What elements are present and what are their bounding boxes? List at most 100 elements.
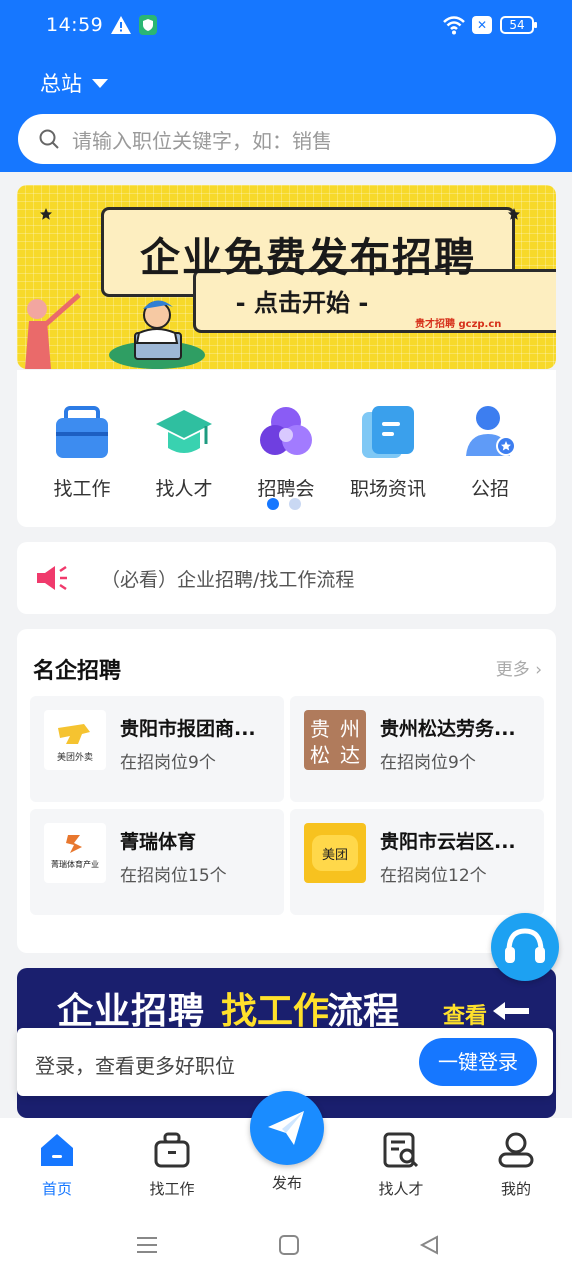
status-time: 14:59 <box>46 14 104 36</box>
category-label: 职场资讯 <box>349 478 426 500</box>
category-find-job[interactable]: 找工作 <box>34 402 130 501</box>
search-placeholder: 请输入职位关键字，如：销售 <box>72 128 332 153</box>
famous-companies-section: 名企招聘 更多 › 美团外卖 贵阳市报团商... 在招岗位9个 贵州松达 贵州松… <box>17 629 556 953</box>
briefcase-icon <box>154 1132 190 1168</box>
notice-text: （必看）企业招聘/找工作流程 <box>101 568 355 591</box>
meituan-waimai-logo-icon: 美团外卖 <box>57 724 93 763</box>
site-label: 总站 <box>40 72 82 96</box>
category-grid: 找工作 找人才 招聘会 职场资讯 公招 <box>17 370 556 527</box>
company-card[interactable]: 美团外卖 贵阳市报团商... 在招岗位9个 <box>30 696 284 802</box>
document-icon <box>362 406 414 458</box>
system-nav-bar <box>0 1210 572 1280</box>
company-name: 菁瑞体育 <box>120 831 197 853</box>
notification-x-icon: ✕ <box>472 16 492 34</box>
warning-icon <box>111 16 131 34</box>
user-icon <box>498 1132 534 1168</box>
company-job-count: 在招岗位15个 <box>120 866 227 886</box>
section-title: 名企招聘 <box>33 659 122 684</box>
headset-icon <box>505 928 545 963</box>
more-label: 更多 <box>495 660 530 680</box>
banner2-part2: 找工作 <box>221 991 330 1032</box>
search-icon <box>39 129 59 149</box>
songda-logo-icon: 贵州松达 <box>310 717 360 767</box>
notice-bar[interactable]: （必看）企业招聘/找工作流程 <box>17 542 556 614</box>
banner2-part3: 流程 <box>327 991 400 1032</box>
tab-find-talent[interactable]: 找人才 <box>356 1130 446 1199</box>
company-card[interactable]: 菁瑞体育产业 菁瑞体育 在招岗位15个 <box>30 809 284 915</box>
star-icon <box>40 208 52 220</box>
svg-text:松: 松 <box>310 743 330 767</box>
company-card[interactable]: 美团 贵阳市云岩区... 在招岗位12个 <box>290 809 544 915</box>
status-bar: 14:59 ✕ 54 <box>0 0 572 52</box>
company-job-count: 在招岗位12个 <box>380 866 487 886</box>
company-job-count: 在招岗位9个 <box>380 753 476 773</box>
company-logo: 贵州松达 <box>304 710 366 770</box>
search-bar[interactable]: 请输入职位关键字，如：销售 <box>18 114 556 164</box>
jingrui-logo-icon: 菁瑞体育产业 <box>51 835 99 869</box>
category-label: 招聘会 <box>257 478 315 500</box>
tab-find-job[interactable]: 找工作 <box>127 1130 217 1199</box>
briefcase-icon <box>56 406 108 458</box>
carousel-dot-active[interactable] <box>267 498 279 510</box>
company-logo: 美团 <box>304 823 366 883</box>
company-logo: 美团外卖 <box>44 710 106 770</box>
company-name: 贵州松达劳务... <box>380 718 516 740</box>
arrow-left-icon <box>493 1002 529 1020</box>
promo-banner[interactable]: 企业免费发布招聘 - 点击开始 - 贵才招聘 gczp.cn <box>17 185 556 369</box>
svg-text:州: 州 <box>340 717 360 741</box>
category-public-recruit[interactable]: 公招 <box>442 402 538 501</box>
tab-mine[interactable]: 我的 <box>471 1130 561 1199</box>
battery-indicator: 54 <box>500 16 537 34</box>
more-link[interactable]: 更多 › <box>496 655 542 680</box>
login-prompt: 登录，查看更多好职位 一键登录 <box>17 1028 553 1096</box>
graduation-cap-icon <box>156 410 212 453</box>
svg-text:美团外卖: 美团外卖 <box>57 751 93 763</box>
circles-icon <box>260 407 312 455</box>
tab-label: 我的 <box>500 1180 531 1198</box>
banner-title: 企业免费发布招聘 <box>140 235 476 281</box>
tab-home[interactable]: 首页 <box>12 1130 102 1199</box>
site-selector[interactable]: 总站 <box>40 68 108 98</box>
star-icon <box>508 208 520 220</box>
svg-text:贵: 贵 <box>310 717 330 741</box>
search-document-icon <box>383 1132 419 1168</box>
company-logo: 菁瑞体育产业 <box>44 823 106 883</box>
customer-service-button[interactable] <box>491 913 559 981</box>
home-square-icon[interactable] <box>278 1234 300 1256</box>
company-name: 贵阳市云岩区... <box>380 831 516 853</box>
category-career-news[interactable]: 职场资讯 <box>340 402 436 501</box>
caret-down-icon <box>92 78 108 88</box>
meituan-logo-icon: 美团 <box>312 835 358 871</box>
menu-icon[interactable] <box>136 1234 158 1256</box>
login-message: 登录，查看更多好职位 <box>35 1054 235 1078</box>
wifi-icon <box>443 16 465 35</box>
shield-icon <box>139 15 157 35</box>
carousel-dot[interactable] <box>289 498 301 510</box>
company-card[interactable]: 贵州松达 贵州松达劳务... 在招岗位9个 <box>290 696 544 802</box>
user-badge-icon <box>466 406 516 456</box>
tab-label-publish: 发布 <box>271 1174 302 1192</box>
category-job-fair[interactable]: 招聘会 <box>238 402 334 501</box>
category-label: 公招 <box>470 478 509 500</box>
publish-button[interactable] <box>250 1091 324 1165</box>
carousel-dots <box>267 498 301 510</box>
one-click-login-button[interactable]: 一键登录 <box>419 1038 537 1086</box>
category-find-talent[interactable]: 找人才 <box>136 402 232 501</box>
back-triangle-icon[interactable] <box>418 1234 440 1256</box>
company-name: 贵阳市报团商... <box>120 718 256 740</box>
category-label: 找人才 <box>155 478 213 500</box>
company-job-count: 在招岗位9个 <box>120 753 216 773</box>
svg-text:美团: 美团 <box>322 848 348 863</box>
tab-label: 首页 <box>41 1180 72 1198</box>
svg-text:达: 达 <box>340 743 360 767</box>
tab-label: 找人才 <box>378 1180 424 1198</box>
top-header: 14:59 ✕ 54 总站 请输入职位关键字，如：销售 <box>0 0 572 172</box>
banner-subtitle: - 点击开始 - <box>235 289 369 317</box>
tab-label: 找工作 <box>149 1180 195 1198</box>
home-icon <box>41 1134 73 1166</box>
svg-text:菁瑞体育产业: 菁瑞体育产业 <box>51 859 99 869</box>
illustration-people-icon <box>25 293 205 369</box>
category-label: 找工作 <box>53 478 111 500</box>
send-icon <box>268 1111 304 1145</box>
banner2-part1: 企业招聘 <box>57 991 206 1032</box>
